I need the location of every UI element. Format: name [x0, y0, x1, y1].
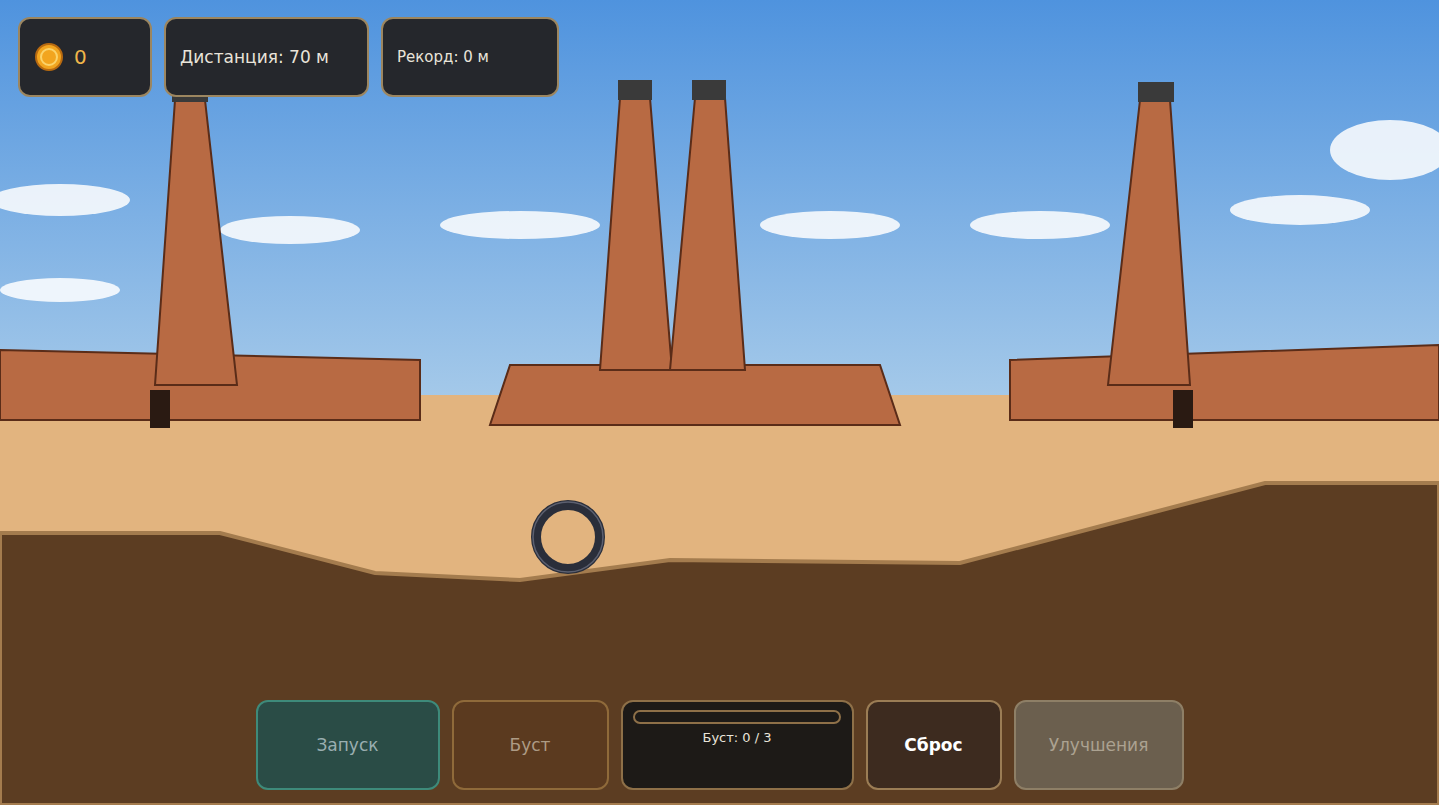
coin-counter: 0 [18, 17, 152, 97]
distance-display: Дистанция: 70 м [164, 17, 369, 97]
tire-icon [533, 502, 603, 572]
boost-meter: Буст: 0 / 3 [621, 700, 854, 790]
control-bar: ЗапускБуст Буст: 0 / 3 СбросУлучшения [0, 700, 1439, 790]
game-scene [0, 0, 1439, 805]
hud: 0 Дистанция: 70 мРекорд: 0 м [18, 17, 559, 97]
boost-track [633, 710, 841, 724]
record-display: Рекорд: 0 м [381, 17, 559, 97]
game-button[interactable]: Буст [452, 700, 609, 790]
coin-count: 0 [74, 45, 87, 69]
game-button[interactable]: Сброс [866, 700, 1002, 790]
boost-label: Буст: 0 / 3 [702, 730, 771, 745]
game-button[interactable]: Улучшения [1014, 700, 1184, 790]
coin-icon [34, 42, 64, 72]
game-button[interactable]: Запуск [256, 700, 440, 790]
